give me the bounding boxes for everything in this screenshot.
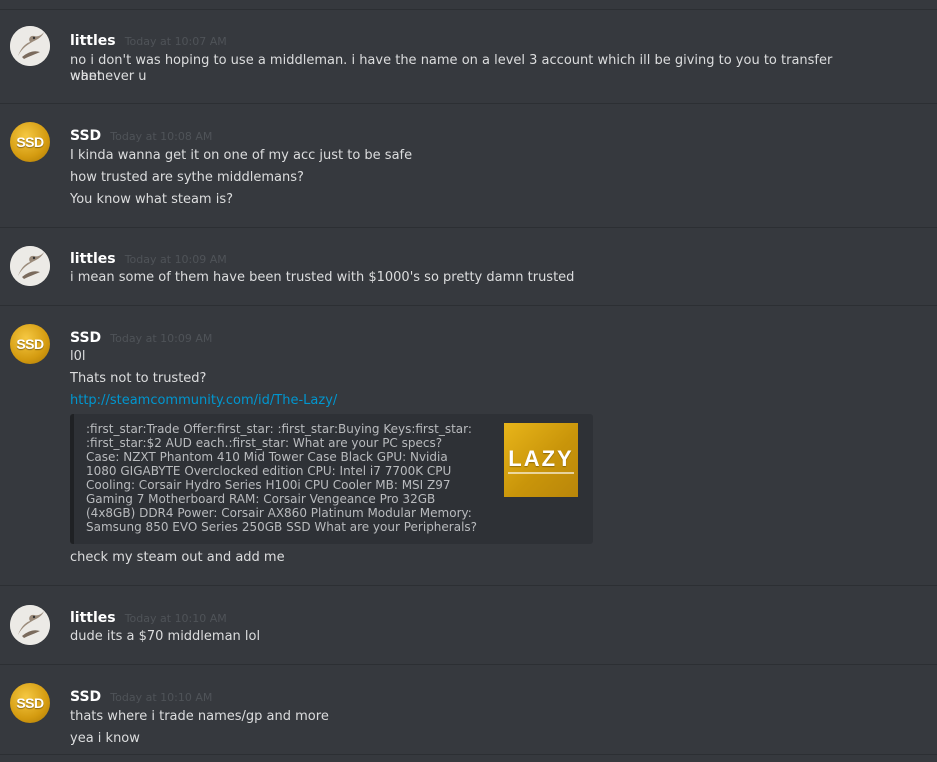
message-text: Thats not to trusted? bbox=[70, 371, 207, 386]
avatar[interactable]: SSD bbox=[10, 683, 50, 723]
avatar[interactable] bbox=[10, 246, 50, 286]
message-header: littles Today at 10:09 AM bbox=[70, 248, 227, 267]
username[interactable]: SSD bbox=[70, 689, 101, 705]
message-text: i mean some of them have been trusted wi… bbox=[70, 270, 575, 285]
username[interactable]: littles bbox=[70, 33, 116, 49]
message-header: SSD Today at 10:08 AM bbox=[70, 125, 212, 144]
avatar-label: SSD bbox=[16, 695, 44, 711]
message-text: I kinda wanna get it on one of my acc ju… bbox=[70, 148, 413, 163]
message-divider bbox=[0, 227, 937, 228]
timestamp: Today at 10:08 AM bbox=[110, 130, 213, 143]
username[interactable]: SSD bbox=[70, 330, 101, 346]
avatar-label: SSD bbox=[16, 336, 44, 352]
thumbnail-logo-text: LAZY bbox=[508, 446, 574, 474]
link-embed[interactable]: :first_star:Trade Offer:first_star: :fir… bbox=[70, 414, 593, 544]
message-text: check my steam out and add me bbox=[70, 550, 285, 565]
timestamp: Today at 10:09 AM bbox=[110, 332, 213, 345]
message-text: thats where i trade names/gp and more bbox=[70, 709, 329, 724]
avatar-label: SSD bbox=[16, 134, 44, 150]
avatar[interactable]: SSD bbox=[10, 324, 50, 364]
message-divider bbox=[0, 664, 937, 665]
message-text: how trusted are sythe middlemans? bbox=[70, 170, 304, 185]
bird-avatar-icon bbox=[10, 246, 50, 286]
avatar[interactable] bbox=[10, 26, 50, 66]
timestamp: Today at 10:10 AM bbox=[110, 691, 213, 704]
bird-avatar-icon bbox=[10, 26, 50, 66]
message-text: yea i know bbox=[70, 731, 140, 746]
message-header: littles Today at 10:10 AM bbox=[70, 607, 227, 626]
embed-thumbnail[interactable]: LAZY bbox=[504, 423, 578, 497]
avatar[interactable] bbox=[10, 605, 50, 645]
message-header: SSD Today at 10:10 AM bbox=[70, 686, 212, 705]
username[interactable]: littles bbox=[70, 610, 116, 626]
message-header: SSD Today at 10:09 AM bbox=[70, 327, 212, 346]
message-text: dude its a $70 middleman lol bbox=[70, 629, 261, 644]
timestamp: Today at 10:09 AM bbox=[124, 253, 227, 266]
bird-avatar-icon bbox=[10, 605, 50, 645]
message-divider bbox=[0, 9, 937, 10]
message-divider bbox=[0, 585, 937, 586]
message-text: http://steamcommunity.com/id/The-Lazy/ bbox=[70, 393, 870, 409]
message-divider bbox=[0, 305, 937, 306]
message-divider bbox=[0, 103, 937, 104]
steam-profile-link[interactable]: http://steamcommunity.com/id/The-Lazy/ bbox=[70, 393, 337, 408]
chat-messages: littles Today at 10:07 AM no i don't was… bbox=[0, 0, 937, 762]
avatar[interactable]: SSD bbox=[10, 122, 50, 162]
message-text: l0l bbox=[70, 349, 86, 364]
timestamp: Today at 10:07 AM bbox=[124, 35, 227, 48]
message-header: littles Today at 10:07 AM bbox=[70, 30, 227, 49]
message-text: You know what steam is? bbox=[70, 192, 234, 207]
embed-description: :first_star:Trade Offer:first_star: :fir… bbox=[86, 422, 478, 534]
username[interactable]: SSD bbox=[70, 128, 101, 144]
message-divider bbox=[0, 754, 937, 755]
timestamp: Today at 10:10 AM bbox=[124, 612, 227, 625]
username[interactable]: littles bbox=[70, 251, 116, 267]
message-text: want bbox=[70, 69, 102, 84]
